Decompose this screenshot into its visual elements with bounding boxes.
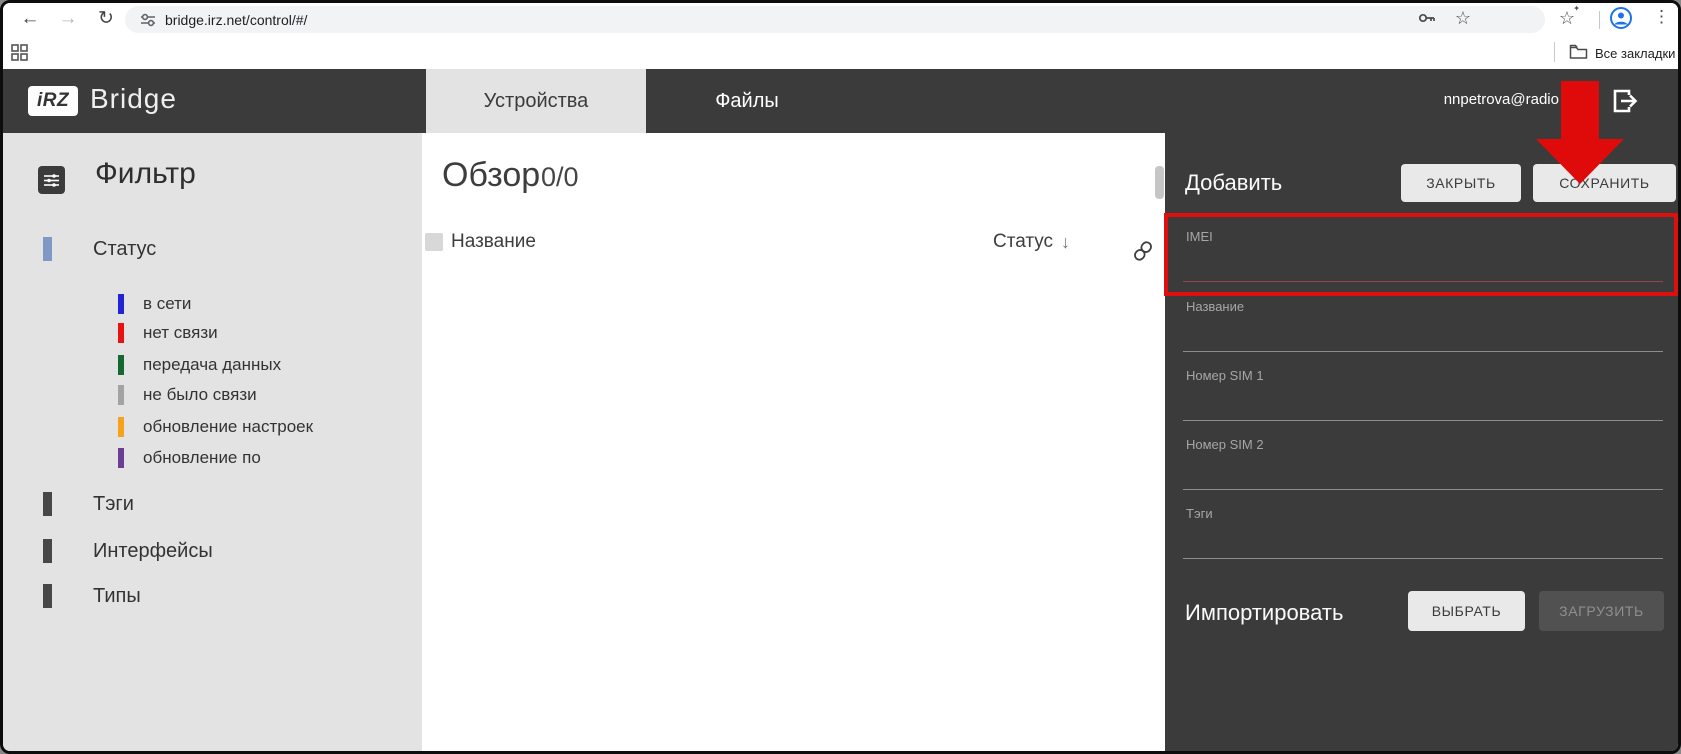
- types-section-bar: [43, 584, 52, 608]
- irz-logo-text: iRZ: [37, 90, 69, 112]
- upload-button-label: ЗАГРУЗИТЬ: [1559, 603, 1644, 619]
- status-color-no-connection: [118, 323, 124, 343]
- filter-status-never-connected[interactable]: не было связи: [118, 385, 257, 405]
- tab-devices-label: Устройства: [484, 90, 589, 113]
- close-button[interactable]: ЗАКРЫТЬ: [1401, 164, 1521, 202]
- status-color-never-connected: [118, 385, 124, 405]
- overview-title: Обзор: [442, 156, 540, 195]
- status-label-data-transfer: передача данных: [143, 355, 281, 375]
- status-label-never-connected: не было связи: [143, 385, 257, 405]
- address-bar[interactable]: bridge.irz.net/control/#/: [125, 6, 1545, 33]
- tags-input[interactable]: [1183, 558, 1663, 559]
- select-all-checkbox[interactable]: [425, 233, 443, 251]
- filter-status-no-connection[interactable]: нет связи: [118, 323, 218, 343]
- irz-logo: iRZ: [28, 86, 78, 116]
- name-input[interactable]: [1183, 351, 1663, 352]
- status-label-settings-update: обновление настроек: [143, 417, 313, 437]
- sim2-field-label: Номер SIM 2: [1186, 437, 1264, 452]
- status-color-firmware-update: [118, 448, 124, 468]
- all-bookmarks-label[interactable]: Все закладки: [1595, 46, 1675, 61]
- bookmarks-bar: Все закладки: [3, 36, 1678, 69]
- close-button-label: ЗАКРЫТЬ: [1426, 175, 1496, 191]
- device-count: 0/0: [541, 162, 579, 193]
- browser-menu-icon[interactable]: ⋮: [1653, 7, 1670, 27]
- profile-avatar-icon[interactable]: [1609, 6, 1633, 30]
- user-email: nnpetrova@radio: [1333, 91, 1559, 108]
- extensions-star-icon[interactable]: ☆ ✦: [1555, 6, 1579, 30]
- status-label-online: в сети: [143, 294, 191, 314]
- save-button[interactable]: СОХРАНИТЬ: [1533, 164, 1676, 202]
- filter-title: Фильтр: [95, 157, 196, 191]
- filter-section-interfaces[interactable]: Интерфейсы: [43, 539, 213, 563]
- filter-section-status[interactable]: Статус: [43, 237, 156, 261]
- sim2-input[interactable]: [1183, 489, 1663, 490]
- tags-field-label: Тэги: [1186, 506, 1213, 521]
- filter-status-data-transfer[interactable]: передача данных: [118, 355, 281, 375]
- password-key-icon[interactable]: [1415, 6, 1439, 30]
- filter-sidebar: Фильтр Статус в сети нет связи передача …: [3, 133, 422, 754]
- tab-files[interactable]: Файлы: [646, 69, 848, 133]
- interfaces-section-label: Интерфейсы: [93, 540, 213, 563]
- bookmarks-divider: [1554, 42, 1555, 62]
- logout-icon[interactable]: [1609, 85, 1641, 122]
- filter-section-tags[interactable]: Тэги: [43, 492, 134, 516]
- filter-icon: [38, 166, 65, 194]
- sim1-input[interactable]: [1183, 420, 1663, 421]
- filter-status-online[interactable]: в сети: [118, 294, 191, 314]
- site-settings-icon[interactable]: [139, 11, 157, 29]
- url-text[interactable]: bridge.irz.net/control/#/: [165, 12, 307, 28]
- save-button-label: СОХРАНИТЬ: [1559, 175, 1649, 191]
- status-label-no-connection: нет связи: [143, 323, 218, 343]
- filter-section-types[interactable]: Типы: [43, 584, 141, 608]
- tab-files-label: Файлы: [715, 90, 779, 113]
- status-color-settings-update: [118, 417, 124, 437]
- app-header: iRZ Bridge Устройства Файлы nnpetrova@ra…: [3, 69, 1678, 133]
- filter-status-firmware-update[interactable]: обновление по: [118, 448, 261, 468]
- tags-section-label: Тэги: [93, 493, 134, 516]
- folder-icon[interactable]: [1569, 43, 1588, 65]
- filter-status-settings-update[interactable]: обновление настроек: [118, 417, 313, 437]
- status-color-data-transfer: [118, 355, 124, 375]
- interfaces-section-bar: [43, 539, 52, 563]
- imei-input[interactable]: [1183, 281, 1663, 282]
- forward-icon[interactable]: →: [55, 5, 81, 33]
- link-icon[interactable]: [1134, 240, 1152, 267]
- sort-descending-icon[interactable]: ↓: [1061, 232, 1070, 253]
- column-header-name: Название: [451, 231, 536, 253]
- app-brand: Bridge: [90, 83, 177, 115]
- status-label-firmware-update: обновление по: [143, 448, 261, 468]
- browser-window: ← → ↻ bridge.irz.net/control/#/ ☆: [0, 0, 1681, 754]
- choose-file-button-label: ВЫБРАТЬ: [1432, 603, 1502, 619]
- name-field-label: Название: [1186, 299, 1244, 314]
- types-section-label: Типы: [93, 585, 141, 608]
- toolbar-divider: [1599, 11, 1600, 29]
- browser-toolbar: ← → ↻ bridge.irz.net/control/#/ ☆: [3, 3, 1678, 36]
- column-header-status[interactable]: Статус: [993, 231, 1053, 253]
- bookmark-star-icon[interactable]: ☆: [1451, 6, 1475, 30]
- import-title: Импортировать: [1185, 600, 1343, 626]
- list-scrollbar-thumb[interactable]: [1155, 166, 1164, 199]
- reload-icon[interactable]: ↻: [93, 5, 119, 33]
- add-device-panel: Добавить ЗАКРЫТЬ СОХРАНИТЬ IMEI Название…: [1165, 133, 1681, 754]
- add-title: Добавить: [1185, 170, 1282, 196]
- status-section-bar: [43, 237, 52, 261]
- tab-devices[interactable]: Устройства: [426, 69, 646, 133]
- back-icon[interactable]: ←: [17, 5, 43, 33]
- imei-field-label: IMEI: [1186, 229, 1213, 244]
- sim1-field-label: Номер SIM 1: [1186, 368, 1264, 383]
- device-list-area: Обзор 0/0 Название Статус ↓: [422, 133, 1165, 754]
- upload-button[interactable]: ЗАГРУЗИТЬ: [1539, 591, 1664, 631]
- tags-section-bar: [43, 492, 52, 516]
- choose-file-button[interactable]: ВЫБРАТЬ: [1408, 591, 1525, 631]
- apps-grid-icon[interactable]: [11, 44, 28, 66]
- status-section-label: Статус: [93, 238, 156, 261]
- status-color-online: [118, 294, 124, 314]
